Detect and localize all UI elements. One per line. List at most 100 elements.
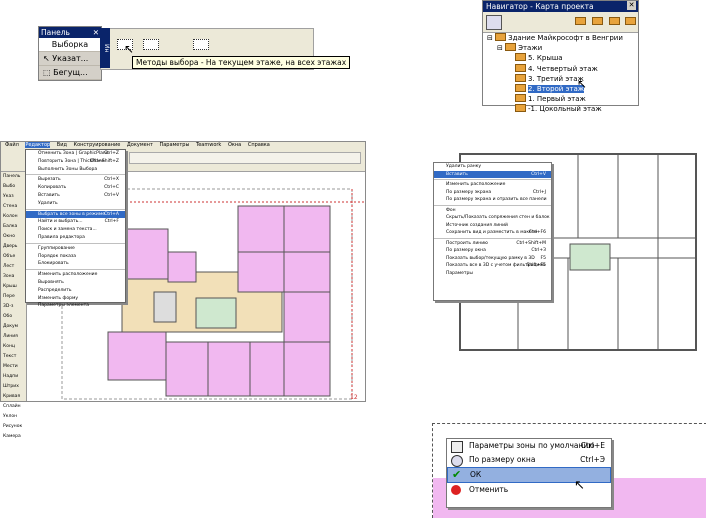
project-map-icon[interactable] <box>486 15 502 30</box>
toolbox-tool-item[interactable]: Пере <box>1 292 26 302</box>
context-menu-item[interactable]: По размеру окна Ctrl+З <box>434 247 551 255</box>
edit-menu-item[interactable]: Распределить <box>26 287 125 295</box>
toolbox-tool-item[interactable]: Штрих <box>1 382 26 392</box>
menu-document[interactable]: Документ <box>127 142 153 148</box>
menu-item-fit-window[interactable]: По размеру окна Ctrl+Э <box>447 453 611 467</box>
tree-item-story-selected[interactable]: 2. Второй этаж <box>487 84 638 94</box>
tree-item-story[interactable]: 5. Крыша <box>487 53 638 63</box>
edit-menu-item[interactable]: Вставить Ctrl+V <box>26 192 125 200</box>
tree-item-stories[interactable]: ⊟ Этажи <box>487 43 638 53</box>
close-icon[interactable]: ✕ <box>627 1 636 10</box>
context-menu-item[interactable]: Сохранить вид и разместить в макете Ctrl+… <box>434 229 551 237</box>
menu-window[interactable]: Окна <box>228 142 241 148</box>
menu-item-label: Порядок показа <box>38 253 77 259</box>
toolbox-tool-item[interactable]: Балка <box>1 222 26 232</box>
toolbox-tool-item[interactable]: Кривая <box>1 392 26 402</box>
tree-item-story[interactable]: -1. Цокольный этаж <box>487 104 638 114</box>
menu-view[interactable]: Вид <box>57 142 67 148</box>
edit-menu-item[interactable]: Выполнить Зоны Выбора <box>26 166 125 174</box>
edit-menu-item[interactable]: Удалить <box>26 200 125 208</box>
close-icon[interactable]: ✕ <box>93 27 99 38</box>
menu-item-label: Вставить <box>446 171 468 177</box>
edit-menu-item[interactable]: Порядок показа <box>26 253 125 261</box>
context-menu-item[interactable]: По размеру экрана Ctrl+J <box>434 189 551 197</box>
edit-menu-item[interactable]: Отменить Зона | GraphicPlane Ctrl+Z <box>26 150 125 158</box>
toolbox-tool-item[interactable]: Мести <box>1 362 26 372</box>
menu-teamwork[interactable]: Teamwork <box>196 142 221 148</box>
context-menu-item[interactable]: Скрыть/Показать сопряжения стен и балок <box>434 214 551 222</box>
menu-item-cancel[interactable]: Отменить <box>447 483 611 497</box>
toolbox-tool-item[interactable]: Надпи <box>1 372 26 382</box>
tree-item-building[interactable]: ⊟ Здание Майкрософт в Венгрии <box>487 33 638 43</box>
toolbox-tool-item[interactable]: Текст <box>1 352 26 362</box>
edit-menu-item[interactable]: Группирование <box>26 245 125 253</box>
context-menu-item[interactable]: Показать выбор/текущую рамку в 3D F5 <box>434 255 551 263</box>
toolbox-item-pointer[interactable]: ↖ Указат... <box>39 52 101 66</box>
toolbox-tool-item[interactable]: Лест <box>1 262 26 272</box>
edit-menu-item[interactable]: Выбрать все зоны в режиме Ctrl+A <box>26 210 125 219</box>
menu-help[interactable]: Справка <box>248 142 270 148</box>
toolbox-tool-item[interactable]: 3D-з <box>1 302 26 312</box>
context-menu-item[interactable]: Параметры <box>434 270 551 278</box>
info-box[interactable] <box>129 152 361 164</box>
edit-menu-item[interactable]: Блокировать <box>26 260 125 268</box>
toolbox-item-selection[interactable]: Выборка <box>39 38 101 52</box>
menu-design[interactable]: Конструирование <box>74 142 121 148</box>
edit-menu-item[interactable]: Копировать Ctrl+C <box>26 184 125 192</box>
tree-item-story[interactable]: 4. Четвертый этаж <box>487 63 638 74</box>
toolbox-tool-item[interactable]: Конц <box>1 342 26 352</box>
context-menu-item[interactable]: Вставить Ctrl+V <box>434 170 551 178</box>
menu-item-ok[interactable]: ✔ ОК <box>447 467 611 483</box>
edit-menu-item[interactable]: Изменить форму <box>26 295 125 303</box>
toolbox-tool-item[interactable]: Обо <box>1 312 26 322</box>
edit-menu-item[interactable]: Выровнять <box>26 279 125 287</box>
marquee-all-floors-button[interactable] <box>143 39 159 50</box>
toolbox-title-bar[interactable]: Панель ✕ <box>39 27 101 38</box>
folder-open-icon[interactable] <box>609 17 622 27</box>
toolbox-tool-item[interactable]: Камера <box>1 432 26 442</box>
edit-menu-item[interactable]: Найти и выбрать... Ctrl+F <box>26 218 125 226</box>
menu-edit[interactable]: Редактор <box>25 142 51 148</box>
menu-item-zone-defaults[interactable]: Параметры зоны по умолчанию Ctrl+E <box>447 439 611 453</box>
context-menu-item[interactable]: Удалить ранку <box>434 163 551 171</box>
toolbox-tool-item[interactable]: Колон <box>1 212 26 222</box>
toolbox-item-marquee[interactable]: ⬚ Бегущ... <box>39 66 101 80</box>
edit-menu-item[interactable]: Изменить расположение <box>26 271 125 279</box>
zone-room <box>165 341 209 397</box>
context-menu-item[interactable]: Фон <box>434 207 551 215</box>
toolbox-tool-item[interactable]: Выбо <box>1 182 26 192</box>
tree-item-story[interactable]: 3. Третий этаж <box>487 73 638 84</box>
toolbox-tool-item[interactable]: Панель <box>1 172 26 182</box>
toolbox-tool-item[interactable]: Дверь <box>1 242 26 252</box>
folder-house-icon[interactable] <box>575 17 588 27</box>
context-menu-item[interactable]: Показать все в 3D с учетом фильтрацией Sh… <box>434 262 551 270</box>
context-menu-item[interactable]: Построить линию Ctrl+Shift+M <box>434 240 551 248</box>
edit-menu-item[interactable]: Повторить Зона | ThickPlane Ctrl+Shift+Z <box>26 158 125 166</box>
edit-menu-item[interactable]: Правила редактора <box>26 234 125 242</box>
edit-menu-item[interactable]: Вырезать Ctrl+X <box>26 176 125 184</box>
toolbox-tool-item[interactable]: Стена <box>1 202 26 212</box>
context-menu-item[interactable]: Источник создания линий <box>434 222 551 230</box>
folder-new-icon[interactable] <box>592 17 605 27</box>
tree-item-story[interactable]: 1. Первый этаж <box>487 94 638 104</box>
toolbox-tool-item[interactable]: Сплайн <box>1 402 26 412</box>
context-menu-item[interactable]: Изменить расположение <box>434 181 551 189</box>
toolbox-tool-item[interactable]: Уклон <box>1 412 26 422</box>
edit-menu-item[interactable]: Поиск и замена текста... <box>26 226 125 234</box>
menu-file[interactable]: Файл <box>5 142 19 148</box>
menu-item-label: Копировать <box>38 185 67 191</box>
toolbox-tool-item[interactable]: Рисунок <box>1 422 26 432</box>
toolbox-tool-item[interactable]: Окно <box>1 232 26 242</box>
toolbox-tool-item[interactable]: Линия <box>1 332 26 342</box>
toolbox-tool-item[interactable]: Крыш <box>1 282 26 292</box>
marquee-rotated-button[interactable] <box>193 39 209 50</box>
context-menu-item[interactable]: По размеру экрана и отразить все панели <box>434 196 551 204</box>
toolbox-tool-item[interactable]: Объе <box>1 252 26 262</box>
toolbox-tool-item[interactable]: Указ <box>1 192 26 202</box>
toolbox-tool-item[interactable]: Зона <box>1 272 26 282</box>
folder-settings-icon[interactable] <box>625 17 638 27</box>
toolbox-tool-item[interactable]: Докум <box>1 322 26 332</box>
edit-menu-item[interactable]: Параметры элемента <box>26 302 125 310</box>
navigator-title-bar[interactable]: Навигатор - Карта проекта ✕ <box>483 1 638 12</box>
menu-options[interactable]: Параметры <box>159 142 189 148</box>
